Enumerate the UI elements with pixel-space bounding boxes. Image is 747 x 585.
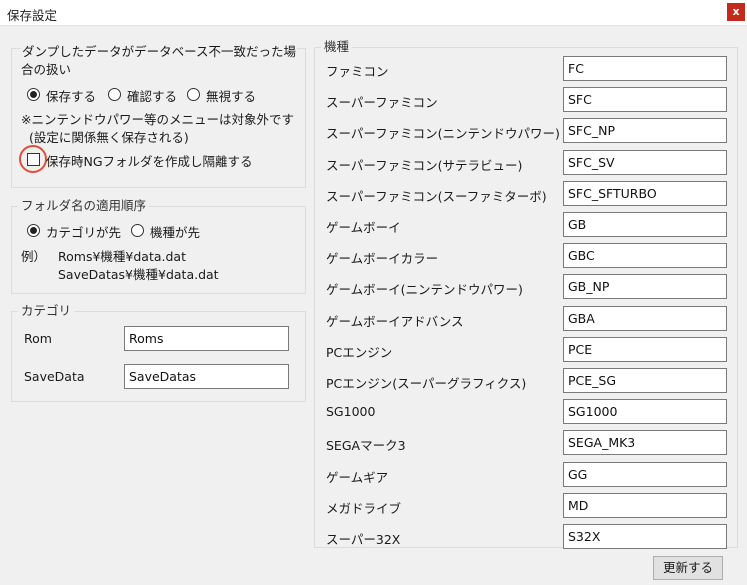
machine-label: ゲームボーイ — [326, 220, 401, 235]
rom-input[interactable]: Roms — [124, 326, 289, 351]
machine-input[interactable]: SFC_SV — [563, 150, 727, 175]
machine-label: ゲームボーイカラー — [326, 251, 439, 266]
radio-ignore-label[interactable]: 無視する — [206, 86, 256, 105]
folder-order-group: フォルダ名の適用順序 カテゴリが先 機種が先 例） Roms¥機種¥data.d… — [11, 198, 306, 294]
machine-input[interactable]: GB_NP — [563, 274, 727, 299]
mismatch-group-title-line2: 合の扱い — [21, 62, 72, 77]
machine-input[interactable]: S32X — [563, 524, 727, 549]
category-title: カテゴリ — [18, 303, 75, 319]
radio-confirm[interactable] — [108, 88, 121, 101]
machine-input[interactable]: GG — [563, 462, 727, 487]
update-button[interactable]: 更新する — [653, 556, 723, 580]
radio-confirm-label[interactable]: 確認する — [127, 86, 177, 105]
window-title: 保存設定 — [7, 8, 58, 23]
machine-label: PCエンジン(スーパーグラフィクス) — [326, 376, 527, 391]
machine-label: SEGAマーク3 — [326, 438, 406, 453]
radio-save-label[interactable]: 保存する — [46, 86, 96, 105]
example-label: 例） — [21, 249, 47, 264]
rom-label: Rom — [24, 331, 52, 346]
radio-ignore[interactable] — [187, 88, 200, 101]
radio-save[interactable] — [27, 88, 40, 101]
folder-order-title: フォルダ名の適用順序 — [18, 198, 150, 214]
machine-input[interactable]: FC — [563, 56, 727, 81]
machine-label: スーパーファミコン(サテラビュー) — [326, 158, 523, 173]
machines-title: 機種 — [321, 39, 353, 55]
machine-input[interactable]: PCE — [563, 337, 727, 362]
machine-input[interactable]: MD — [563, 493, 727, 518]
machine-label: スーパー32X — [326, 532, 401, 547]
machines-group: 機種 ファミコン FC スーパーファミコン SFC スーパーファミコン(ニンテンドウパワ… — [314, 39, 738, 549]
machine-label: ゲームボーイ(ニンテンドウパワー) — [326, 282, 523, 297]
close-button[interactable]: x — [727, 3, 745, 21]
machine-input[interactable]: GB — [563, 212, 727, 237]
machine-input[interactable]: SFC_SFTURBO — [563, 181, 727, 206]
category-group: カテゴリ Rom Roms SaveData SaveDatas — [11, 303, 306, 402]
machine-label: SG1000 — [326, 404, 376, 419]
mismatch-note-line1: ※ニンテンドウパワー等のメニューは対象外です — [21, 112, 294, 127]
machine-label: PCエンジン — [326, 345, 393, 360]
machine-input[interactable]: SG1000 — [563, 399, 727, 424]
example-line1: Roms¥機種¥data.dat — [58, 249, 186, 264]
machine-label: ゲームギア — [326, 470, 389, 485]
machine-label: ファミコン — [326, 64, 389, 79]
machine-label: スーパーファミコン(ニンテンドウパワー) — [326, 126, 560, 141]
mismatch-group: ダンプしたデータがデータベース不一致だった場 合の扱い 保存する 確認する 無視… — [11, 41, 306, 188]
example-line2: SaveDatas¥機種¥data.dat — [58, 267, 219, 282]
machine-label: スーパーファミコン — [326, 95, 438, 110]
machine-input[interactable]: SFC_NP — [563, 118, 727, 143]
mismatch-note-line2: (設定に関係無く保存される) — [29, 130, 189, 145]
machine-label: ゲームボーイアドバンス — [326, 314, 464, 329]
radio-category-first-label[interactable]: カテゴリが先 — [46, 222, 121, 241]
mismatch-group-title-line1: ダンプしたデータがデータベース不一致だった場 — [21, 41, 298, 60]
savedata-input[interactable]: SaveDatas — [124, 364, 289, 389]
radio-category-first[interactable] — [27, 224, 40, 237]
isolate-ng-label[interactable]: 保存時NGフォルダを作成し隔離する — [46, 151, 253, 170]
radio-machine-first[interactable] — [131, 224, 144, 237]
title-bar: 保存設定 x — [0, 0, 747, 26]
machine-input[interactable]: SEGA_MK3 — [563, 430, 727, 455]
machine-input[interactable]: GBC — [563, 243, 727, 268]
machine-label: スーパーファミコン(スーファミターボ) — [326, 189, 547, 204]
savedata-label: SaveData — [24, 369, 85, 384]
machine-label: メガドライブ — [326, 501, 402, 516]
isolate-ng-checkbox[interactable] — [27, 153, 40, 166]
machine-input[interactable]: GBA — [563, 306, 727, 331]
radio-machine-first-label[interactable]: 機種が先 — [150, 222, 200, 241]
machine-input[interactable]: PCE_SG — [563, 368, 727, 393]
machine-input[interactable]: SFC — [563, 87, 727, 112]
